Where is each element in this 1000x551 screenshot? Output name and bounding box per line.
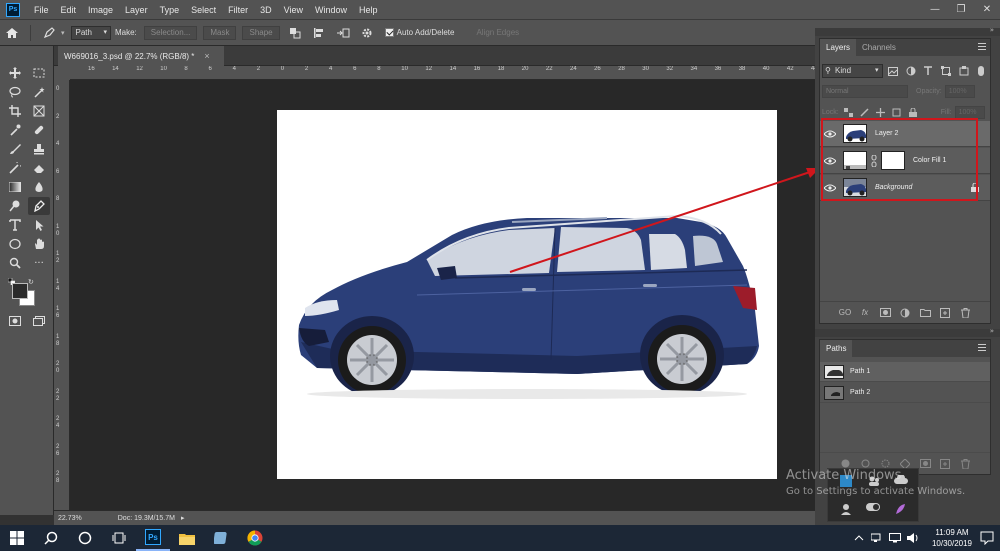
lock-row: Lock: Fill: 100% (822, 105, 988, 119)
fx-icon[interactable]: fx (859, 307, 871, 319)
doc-size[interactable]: Doc: 19.3M/15.7M (118, 515, 175, 522)
shape-layer-filter-icon[interactable] (939, 64, 953, 78)
user-icon[interactable] (840, 503, 852, 515)
watermark-line-1: Activate Windows (786, 468, 902, 483)
paths-collapse-bar[interactable]: » (815, 327, 1000, 337)
fill-input[interactable]: 100% (954, 105, 985, 119)
toggle-icon[interactable] (866, 503, 880, 515)
watermark-line-2: Go to Settings to activate Windows. (786, 486, 966, 497)
photoshop-window: Ps File Edit Image Layer Type Select Fil… (0, 0, 1000, 551)
lock-artboard-icon[interactable] (891, 106, 903, 118)
smart-object-filter-icon[interactable] (957, 64, 971, 78)
windows-start-icon[interactable] (0, 525, 34, 551)
new-group-icon[interactable] (919, 307, 931, 319)
adjustment-layer-filter-icon[interactable] (904, 64, 918, 78)
path-row-path-1[interactable]: Path 1 (820, 362, 990, 382)
clock[interactable]: 11:09 AM 10/30/2019 (932, 527, 972, 549)
lock-position-icon[interactable] (875, 106, 887, 118)
new-adjustment-icon[interactable] (899, 307, 911, 319)
chrome-icon[interactable] (238, 525, 272, 551)
path-row-path-2[interactable]: Path 2 (820, 383, 990, 403)
layers-panel-tabs: Layers Channels (820, 39, 990, 56)
file-explorer-icon[interactable] (170, 525, 204, 551)
search-icon[interactable] (34, 525, 68, 551)
lock-all-icon[interactable] (907, 106, 919, 118)
path-thumbnail (824, 364, 844, 379)
paths-panel: Paths Path 1 Path 2 (819, 339, 991, 475)
kind-filter-select[interactable]: ⚲ Kind ▾ (822, 64, 883, 78)
blend-row: Normal Opacity: 100% (822, 85, 988, 99)
notifications-icon[interactable] (980, 531, 994, 546)
search-icon: ⚲ (825, 66, 831, 75)
kind-value: Kind (835, 66, 852, 75)
app-icon[interactable] (204, 525, 238, 551)
layer-filter-row: ⚲ Kind ▾ (822, 63, 988, 79)
pixel-layer-filter-icon[interactable] (887, 64, 901, 78)
chevron-down-icon: ▾ (875, 67, 879, 74)
add-mask-icon[interactable] (879, 307, 891, 319)
panel-collapse-bar[interactable]: » (815, 26, 1000, 36)
monitor-icon[interactable] (888, 531, 902, 545)
photoshop-taskbar-icon[interactable]: Ps (136, 525, 170, 551)
collapse-icon[interactable]: » (990, 327, 994, 335)
task-view-icon[interactable] (102, 525, 136, 551)
filter-toggle-icon[interactable] (974, 64, 988, 78)
tab-paths[interactable]: Paths (820, 340, 853, 357)
highlight-box (821, 118, 978, 201)
lock-transparent-icon[interactable] (843, 106, 855, 118)
zoom-level[interactable]: 22.73% (58, 515, 82, 522)
status-bar: 22.73% Doc: 19.3M/15.7M ▸ (54, 510, 815, 525)
system-tray (850, 531, 922, 545)
delete-layer-icon[interactable] (959, 307, 971, 319)
cortana-icon[interactable] (68, 525, 102, 551)
tab-layers[interactable]: Layers (820, 39, 857, 56)
path-thumbnail (824, 385, 844, 400)
path-name[interactable]: Path 1 (850, 368, 870, 375)
activate-windows-watermark: Activate Windows Go to Settings to activ… (786, 468, 965, 497)
lock-image-icon[interactable] (859, 106, 871, 118)
panel-menu-icon[interactable] (978, 43, 986, 51)
path-name[interactable]: Path 2 (850, 389, 870, 396)
chevron-right-icon[interactable]: ▸ (181, 514, 185, 522)
date-label: 10/30/2019 (931, 539, 972, 548)
layers-footer: GO fx (820, 301, 990, 323)
chevron-up-icon[interactable] (852, 531, 866, 545)
link-layers-icon[interactable]: GO (839, 307, 851, 319)
fill-label: Fill: (940, 108, 952, 116)
collapse-icon[interactable]: » (990, 26, 994, 34)
opacity-input[interactable]: 100% (944, 85, 975, 98)
volume-icon[interactable] (906, 531, 920, 545)
tab-channels[interactable]: Channels (856, 39, 902, 56)
blend-mode-select[interactable]: Normal (822, 85, 908, 98)
new-layer-icon[interactable] (939, 307, 951, 319)
windows-taskbar: Ps 11:09 AM 10/30/2019 (0, 525, 1000, 551)
paths-panel-tabs: Paths (820, 340, 990, 357)
panel-menu-icon[interactable] (978, 344, 986, 352)
feather-icon[interactable] (894, 503, 906, 515)
network-icon[interactable] (870, 531, 884, 545)
opacity-label: Opacity: (916, 88, 942, 95)
lock-label: Lock: (822, 108, 839, 116)
time-label: 11:09 AM (935, 528, 969, 537)
ps-taskbar-label: Ps (145, 529, 161, 545)
type-layer-filter-icon[interactable] (922, 64, 936, 78)
